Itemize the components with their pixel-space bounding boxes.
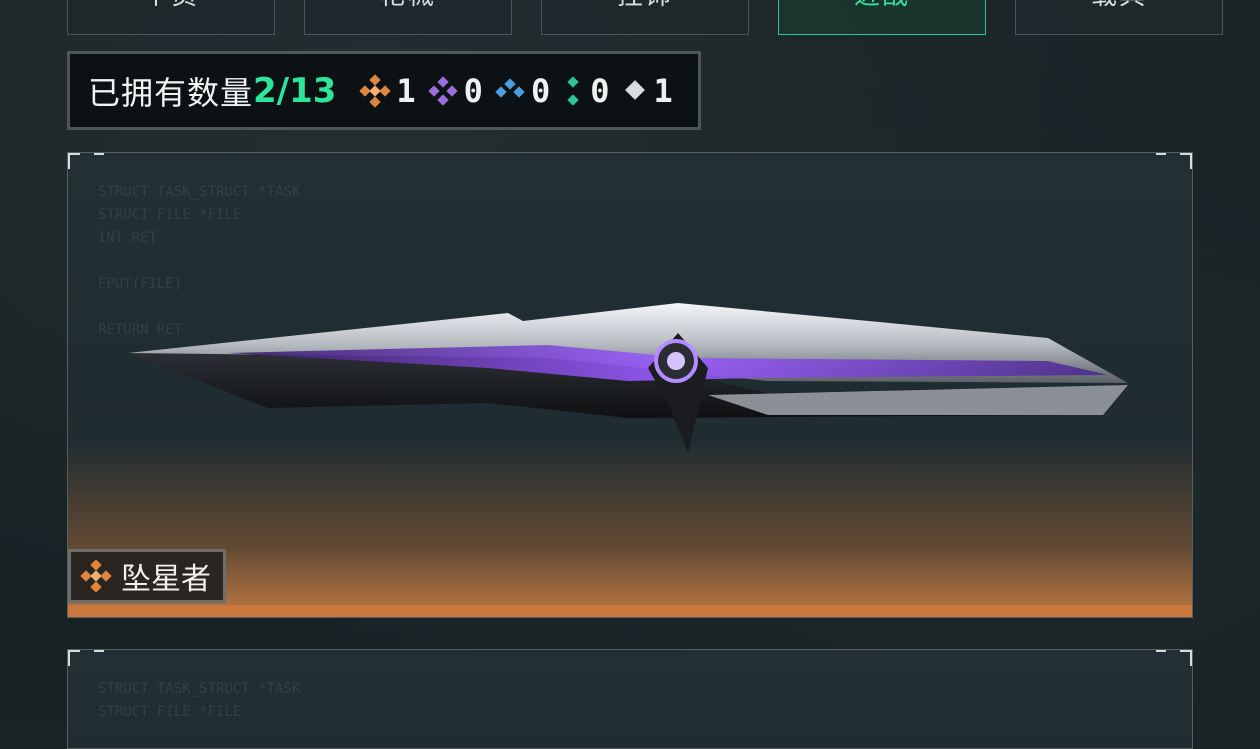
tier-count: 1 xyxy=(396,71,416,110)
white-diamond-icon xyxy=(625,79,646,100)
item-card[interactable]: STRUCT TASK_STRUCT *TASK STRUCT FILE *FI… xyxy=(67,152,1193,618)
tier-count: 0 xyxy=(463,71,483,110)
tab-label: 近战 xyxy=(854,0,910,12)
item-name-tag: 坠星者 xyxy=(68,549,226,603)
tier-blue: 0 xyxy=(493,72,550,110)
tier-count: 0 xyxy=(590,71,610,110)
weapon-image xyxy=(128,303,1128,453)
tab-label: 载具 xyxy=(1091,0,1147,12)
green-diamond-icon xyxy=(567,75,579,106)
blue-diamond-icon xyxy=(495,77,525,98)
tier-count: 1 xyxy=(653,71,673,110)
tab-label: 挂饰 xyxy=(617,0,673,12)
purple-diamond-icon xyxy=(428,75,458,106)
tier-orange: 1 xyxy=(358,71,416,110)
tier-count: 0 xyxy=(530,71,551,110)
tab-charms[interactable]: 挂饰 xyxy=(541,0,749,35)
tab-label: 个员 xyxy=(143,0,199,12)
orange-diamond-icon xyxy=(80,559,112,593)
background-code-text: STRUCT TASK_STRUCT *TASK STRUCT FILE *FI… xyxy=(98,681,301,720)
item-card[interactable]: STRUCT TASK_STRUCT *TASK STRUCT FILE *FI… xyxy=(67,649,1193,749)
rarity-stripe xyxy=(68,605,1192,617)
tab-firearms[interactable]: 枪械 xyxy=(304,0,512,35)
owned-summary: 已拥有数量 2/13 1 0 0 0 1 xyxy=(67,51,701,130)
corner-bracket xyxy=(1156,650,1192,666)
corner-bracket xyxy=(68,650,104,666)
tab-melee[interactable]: 近战 xyxy=(778,0,986,35)
tab-label: 枪械 xyxy=(380,0,436,12)
owned-label: 已拥有数量 xyxy=(88,73,254,112)
owned-count: 2/13 xyxy=(253,70,337,111)
tier-purple: 0 xyxy=(426,72,483,110)
corner-bracket xyxy=(68,153,104,169)
orange-diamond-icon xyxy=(359,73,392,108)
tier-white: 1 xyxy=(619,71,673,110)
tier-green: 0 xyxy=(560,72,609,110)
tab-general[interactable]: 个员 xyxy=(67,0,275,35)
item-name: 坠星者 xyxy=(121,562,211,597)
tab-vehicles[interactable]: 载具 xyxy=(1015,0,1223,35)
corner-bracket xyxy=(1156,153,1192,169)
